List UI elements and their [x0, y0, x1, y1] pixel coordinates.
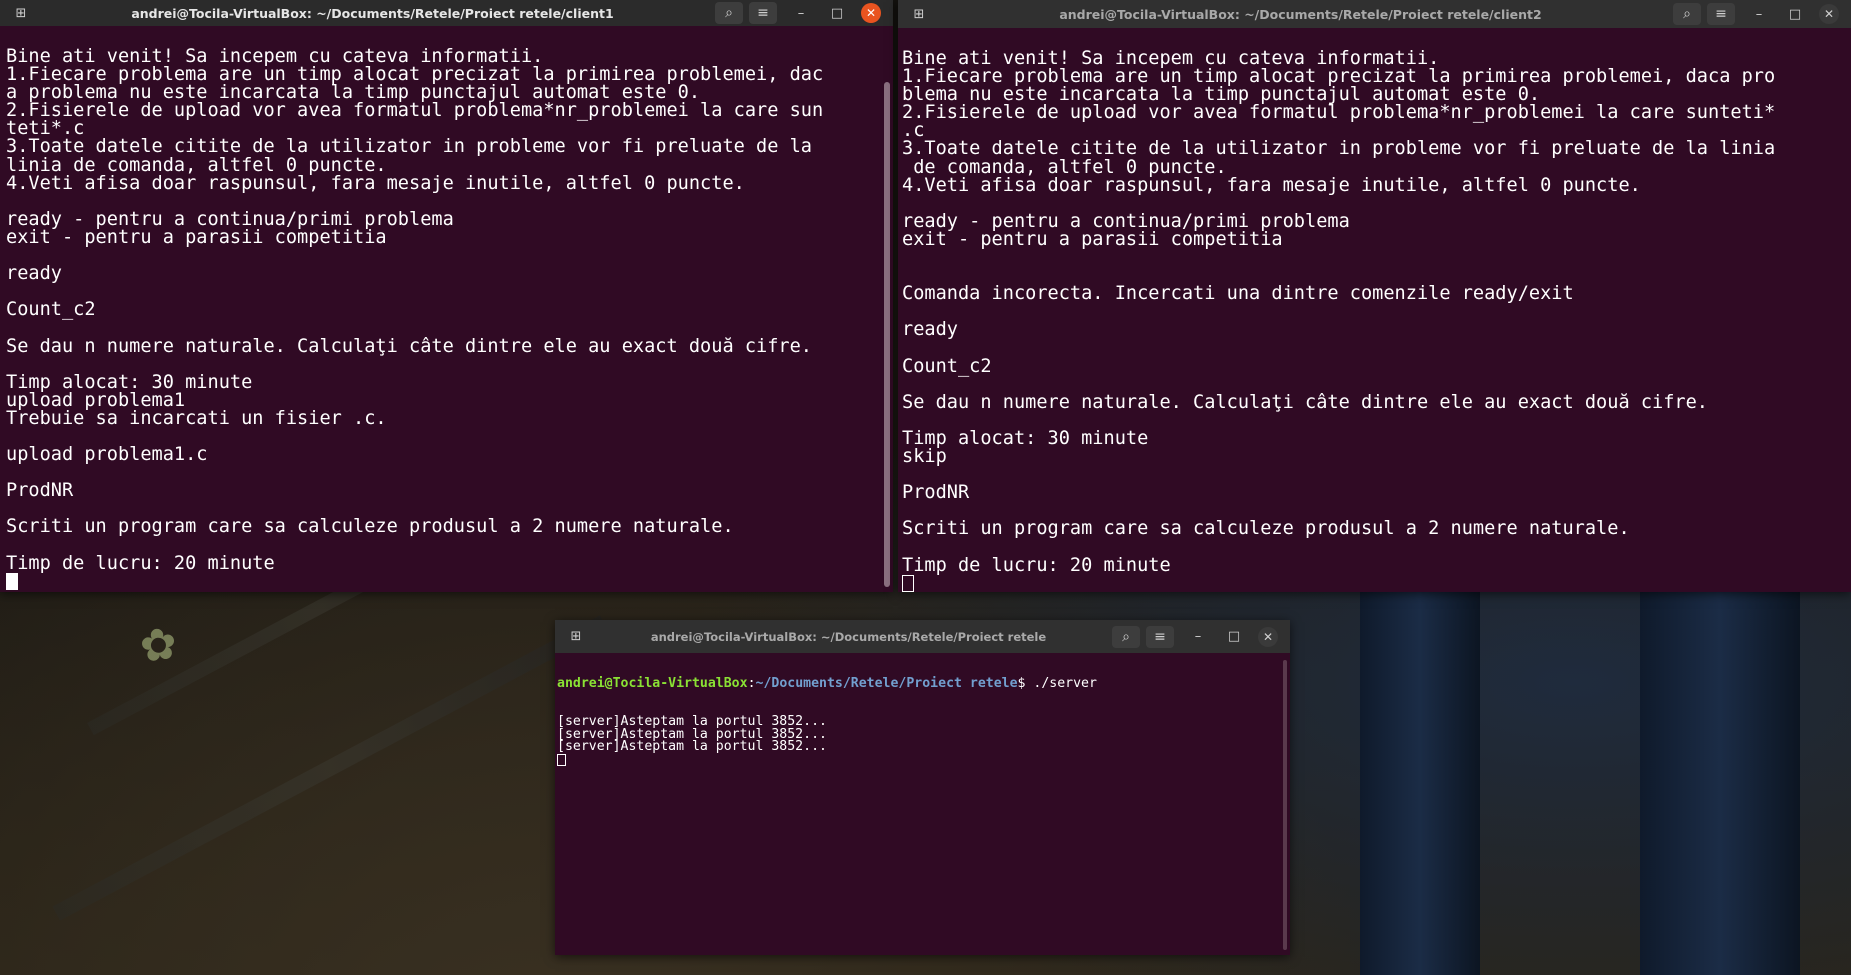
new-tab-icon[interactable]: ⊞	[561, 626, 591, 648]
terminal-line: Comanda incorecta. Incercati una dintre …	[902, 283, 1574, 305]
minimize-icon[interactable]: –	[789, 2, 813, 24]
terminal-line: ready	[6, 263, 62, 285]
terminal-window-client2[interactable]: ⊞ andrei@Tocila-VirtualBox: ~/Documents/…	[898, 0, 1851, 592]
terminal-output-client1[interactable]: Bine ati venit! Sa incepem cu cateva inf…	[6, 47, 893, 592]
maximize-icon[interactable]: □	[1222, 626, 1246, 648]
terminal-line: exit - pentru a parasii competitia	[902, 228, 1283, 250]
scrollbar-server[interactable]	[1283, 660, 1287, 950]
search-icon[interactable]: ⌕	[1673, 3, 1701, 25]
scrollbar-client1[interactable]	[884, 82, 890, 587]
titlebar-client1[interactable]: ⊞ andrei@Tocila-VirtualBox: ~/Documents/…	[0, 0, 893, 26]
prompt-separator: :	[747, 676, 756, 692]
terminal-line: Scriti un program care sa calculeze prod…	[6, 516, 734, 538]
terminal-line: upload problema1.c	[6, 444, 208, 466]
maximize-icon[interactable]: □	[1783, 3, 1807, 25]
close-icon[interactable]: ✕	[861, 3, 881, 23]
text-cursor	[557, 753, 566, 766]
cursor-line	[557, 753, 1290, 767]
terminal-output-server[interactable]: andrei@Tocila-VirtualBox:~/Documents/Ret…	[557, 653, 1290, 955]
terminal-line: Se dau n numere naturale. Calculaţi câte…	[902, 391, 1708, 413]
terminal-line: exit - pentru a parasii competitia	[6, 226, 387, 248]
terminal-line: 4.Veti afisa doar raspunsul, fara mesaje…	[6, 172, 745, 194]
terminal-line: 3.Toate datele citite de la utilizator i…	[902, 138, 1776, 160]
terminal-line: Se dau n numere naturale. Calculaţi câte…	[6, 335, 812, 357]
new-tab-icon[interactable]: ⊞	[6, 2, 36, 24]
terminal-line: Timp de lucru: 20 minute	[6, 552, 275, 574]
terminal-window-server[interactable]: ⊞ andrei@Tocila-VirtualBox: ~/Documents/…	[555, 620, 1290, 955]
cursor-line	[6, 572, 893, 591]
wallpaper-rail	[52, 615, 608, 921]
terminal-window-client1[interactable]: ⊞ andrei@Tocila-VirtualBox: ~/Documents/…	[0, 0, 893, 592]
minimize-icon[interactable]: –	[1186, 626, 1210, 648]
terminal-line: ready	[902, 319, 958, 341]
window-title-client2: andrei@Tocila-VirtualBox: ~/Documents/Re…	[1059, 6, 1542, 22]
cursor-line	[902, 574, 1851, 592]
text-cursor	[6, 572, 18, 590]
wallpaper-pillar	[1640, 590, 1800, 975]
wallpaper-pillar	[1360, 590, 1480, 975]
window-title-client1: andrei@Tocila-VirtualBox: ~/Documents/Re…	[131, 5, 614, 21]
hamburger-menu-icon[interactable]: ≡	[749, 2, 777, 24]
hamburger-menu-icon[interactable]: ≡	[1707, 3, 1735, 25]
hamburger-menu-icon[interactable]: ≡	[1146, 625, 1174, 648]
terminal-line: Scriti un program care sa calculeze prod…	[902, 518, 1630, 540]
terminal-line: ProdNR	[6, 480, 74, 502]
window-title-server: andrei@Tocila-VirtualBox: ~/Documents/Re…	[650, 629, 1047, 644]
titlebar-client2[interactable]: ⊞ andrei@Tocila-VirtualBox: ~/Documents/…	[898, 0, 1851, 28]
text-cursor	[902, 574, 914, 592]
terminal-line: Timp de lucru: 20 minute	[902, 554, 1171, 576]
terminal-line: linia de comanda, altfel 0 puncte.	[6, 154, 387, 176]
terminal-line: ProdNR	[902, 482, 970, 504]
prompt-line: andrei@Tocila-VirtualBox:~/Documents/Ret…	[557, 676, 1290, 692]
terminal-line: 4.Veti afisa doar raspunsul, fara mesaje…	[902, 174, 1641, 196]
prompt-user: andrei@Tocila-VirtualBox	[557, 676, 748, 692]
titlebar-server[interactable]: ⊞ andrei@Tocila-VirtualBox: ~/Documents/…	[555, 620, 1290, 653]
terminal-output-client2[interactable]: Bine ati venit! Sa incepem cu cateva inf…	[902, 49, 1851, 592]
terminal-line: Count_c2	[902, 355, 992, 377]
command-text: ./server	[1025, 676, 1097, 692]
new-tab-icon[interactable]: ⊞	[904, 3, 934, 25]
terminal-line: skip	[902, 446, 947, 468]
wallpaper-graffiti: ✿	[136, 617, 181, 674]
maximize-icon[interactable]: □	[825, 2, 849, 24]
minimize-icon[interactable]: –	[1747, 3, 1771, 25]
terminal-line: [server]Asteptam la portul 3852...	[557, 739, 827, 755]
search-icon[interactable]: ⌕	[715, 2, 743, 24]
close-icon[interactable]: ✕	[1258, 626, 1278, 647]
terminal-line: Count_c2	[6, 299, 96, 321]
search-icon[interactable]: ⌕	[1112, 625, 1140, 648]
prompt-path: ~/Documents/Retele/Proiect retele	[755, 676, 1018, 692]
terminal-line: Timp alocat: 30 minute	[902, 427, 1149, 449]
close-icon[interactable]: ✕	[1819, 4, 1839, 24]
terminal-line: 2.Fisierele de upload vor avea formatul …	[6, 100, 824, 122]
terminal-line: 2.Fisierele de upload vor avea formatul …	[902, 102, 1776, 124]
terminal-line: de comanda, altfel 0 puncte.	[902, 156, 1227, 178]
terminal-line: 3.Toate datele citite de la utilizator i…	[6, 136, 812, 158]
terminal-line: Trebuie sa incarcati un fisier .c.	[6, 407, 387, 429]
